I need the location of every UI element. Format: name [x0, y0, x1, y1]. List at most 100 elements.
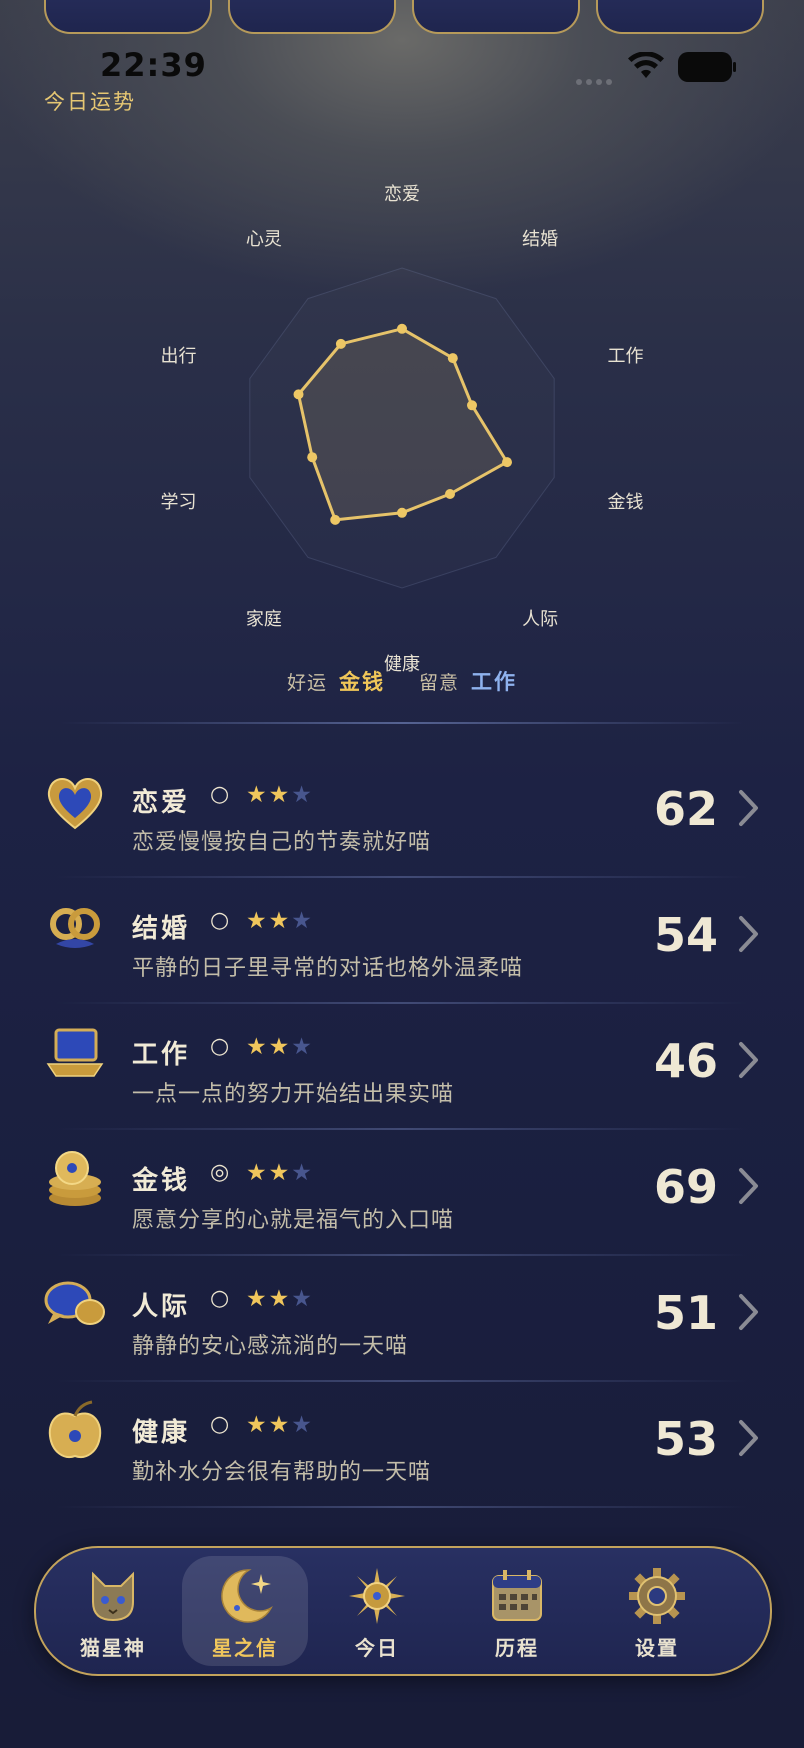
radar-point-结婚	[447, 353, 458, 364]
fortune-name: 恋爱	[132, 788, 191, 818]
star-rating: ★★★	[246, 1412, 314, 1438]
stars-empty: ★	[291, 1160, 314, 1186]
top-card[interactable]	[596, 0, 764, 34]
fortune-mark: ○	[210, 1034, 230, 1059]
fortune-mark: ○	[210, 1286, 230, 1311]
tab-label: 今日	[355, 1636, 399, 1660]
cat-icon	[92, 1571, 134, 1622]
chevron-right-icon	[739, 1420, 758, 1456]
radar-point-家庭	[330, 514, 341, 525]
chevron-right-icon	[739, 1294, 758, 1330]
chevron-right-icon	[739, 1042, 758, 1078]
radar-axis-label: 家庭	[245, 609, 282, 631]
fortune-name: 金钱	[132, 1166, 191, 1196]
fortune-row-1[interactable]: 结婚 ○ ★★★ 平静的日子里寻常的对话也格外温柔喵 54	[0, 878, 804, 1004]
tab-label: 星之信	[212, 1636, 278, 1660]
radar-point-学习	[307, 452, 318, 463]
chevron-right-icon	[739, 916, 758, 952]
golden-apple-icon	[48, 1400, 102, 1458]
radar-point-心灵	[335, 338, 346, 349]
star-rating: ★★★	[246, 908, 314, 934]
fortune-score: 62	[653, 782, 718, 836]
fortune-radar-chart: 恋爱 结婚 工作 金钱 人际 健康 家庭 学习 出行 心灵	[0, 120, 804, 675]
top-card-strip	[0, 0, 804, 34]
fortune-score: 69	[653, 1160, 718, 1214]
good-luck-value: 金钱	[339, 670, 385, 694]
wedding-rings-icon	[50, 908, 100, 948]
radar-point-工作	[467, 400, 477, 411]
fortune-name: 健康	[132, 1418, 191, 1448]
caution-value: 工作	[471, 670, 518, 694]
top-card[interactable]	[228, 0, 396, 34]
stars-empty: ★	[291, 782, 314, 808]
status-bar: 22:39	[0, 44, 804, 88]
fortune-row-3[interactable]: 金钱 ◎ ★★★ 愿意分享的心就是福气的入口喵 69	[0, 1130, 804, 1256]
fortune-score: 54	[653, 908, 718, 962]
fortune-score: 53	[653, 1412, 718, 1466]
stars-filled: ★★	[246, 1286, 292, 1312]
heart-gem-icon	[47, 778, 103, 830]
top-card[interactable]	[44, 0, 212, 34]
sun-icon	[349, 1568, 405, 1624]
tab-today[interactable]: 今日	[314, 1556, 440, 1666]
gold-coins-icon	[49, 1151, 101, 1206]
star-rating: ★★★	[246, 1160, 314, 1186]
wifi-icon	[628, 52, 664, 78]
star-rating: ★★★	[246, 782, 314, 808]
tab-star-letter[interactable]: 星之信	[182, 1556, 308, 1666]
fortune-score: 51	[653, 1286, 718, 1340]
gear-icon	[629, 1568, 685, 1624]
fortune-name: 结婚	[132, 914, 191, 944]
radar-axis-label: 人际	[522, 609, 559, 631]
laptop-icon	[46, 1028, 104, 1077]
section-title: 今日运势	[44, 90, 136, 114]
fortune-row-5[interactable]: 健康 ○ ★★★ 勤补水分会很有帮助的一天喵 53	[0, 1382, 804, 1508]
status-time: 22:39	[100, 46, 207, 84]
chevron-right-icon	[739, 790, 758, 826]
bottom-tab-bar: 猫星神 星之信 今日 历程 设置	[34, 1546, 772, 1676]
star-rating: ★★★	[246, 1286, 314, 1312]
fortune-row-0[interactable]: 恋爱 ○ ★★★ 恋爱慢慢按自己的节奏就好喵 62	[0, 752, 804, 878]
stars-filled: ★★	[246, 782, 292, 808]
stars-empty: ★	[291, 1412, 314, 1438]
top-card[interactable]	[412, 0, 580, 34]
stars-filled: ★★	[246, 1034, 292, 1060]
tab-label: 设置	[635, 1636, 679, 1660]
tab-label: 猫星神	[80, 1636, 146, 1660]
tab-label: 历程	[495, 1636, 539, 1660]
radar-point-人际	[445, 489, 455, 499]
radar-axis-label: 心灵	[245, 228, 282, 250]
calendar-icon	[492, 1570, 542, 1621]
fortune-row-2[interactable]: 工作 ○ ★★★ 一点一点的努力开始结出果实喵 46	[0, 1004, 804, 1130]
fortune-name: 工作	[132, 1040, 191, 1070]
radar-axis-label: 工作	[607, 346, 644, 368]
star-rating: ★★★	[246, 1034, 314, 1060]
row-divider	[56, 1506, 748, 1508]
good-luck-label: 好运	[286, 672, 327, 694]
radar-axis-label: 金钱	[607, 491, 644, 513]
caution-label: 留意	[419, 672, 460, 694]
fortune-mark: ○	[210, 908, 230, 933]
fortune-description: 静静的安心感流淌的一天喵	[132, 1334, 409, 1359]
fortune-description: 勤补水分会很有帮助的一天喵	[132, 1460, 432, 1485]
stars-empty: ★	[291, 1034, 314, 1060]
fortune-mark: ◎	[210, 1160, 230, 1185]
tab-settings[interactable]: 设置	[594, 1556, 720, 1666]
fortune-description: 一点一点的努力开始结出果实喵	[132, 1082, 455, 1107]
tab-cat-god[interactable]: 猫星神	[50, 1556, 176, 1666]
stars-filled: ★★	[246, 1412, 292, 1438]
stars-filled: ★★	[246, 908, 292, 934]
tab-history[interactable]: 历程	[454, 1556, 580, 1666]
fortune-mark: ○	[210, 782, 230, 807]
fortune-name: 人际	[132, 1292, 191, 1322]
fortune-summary: 好运 金钱 留意 工作	[0, 666, 804, 696]
divider	[60, 722, 744, 724]
fortune-row-4[interactable]: 人际 ○ ★★★ 静静的安心感流淌的一天喵 51	[0, 1256, 804, 1382]
fortune-description: 愿意分享的心就是福气的入口喵	[132, 1208, 455, 1233]
radar-axis-label: 结婚	[522, 228, 559, 250]
fortune-score: 46	[653, 1034, 718, 1088]
stars-filled: ★★	[246, 1160, 292, 1186]
stars-empty: ★	[291, 908, 314, 934]
radar-axis-label: 出行	[160, 346, 197, 368]
radar-axis-label: 恋爱	[384, 184, 420, 205]
